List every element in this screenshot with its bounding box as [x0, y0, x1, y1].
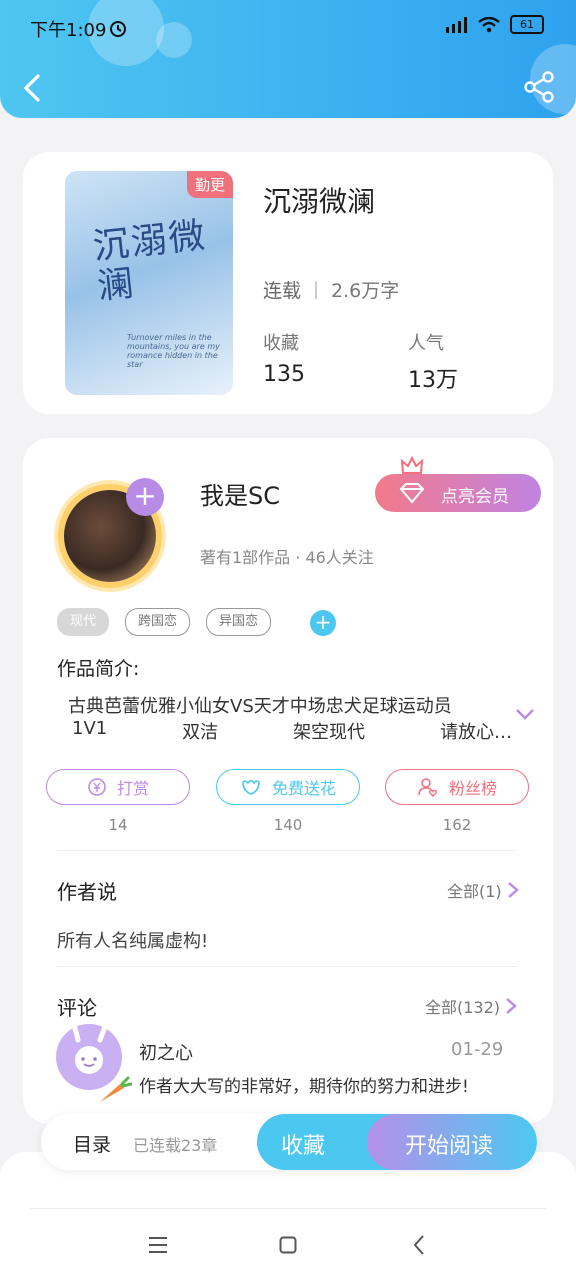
tag-item[interactable]: 异国恋: [206, 608, 272, 636]
commenter-name[interactable]: 初之心: [139, 1039, 193, 1065]
signal-icon: [446, 16, 467, 33]
carrot-icon: [96, 1076, 133, 1110]
intro-heading: 作品简介:: [57, 658, 140, 680]
alarm-icon: [108, 18, 128, 42]
author-note: 所有人名纯属虚构!: [57, 931, 209, 952]
chevron-right-icon: [507, 882, 519, 898]
author-name[interactable]: 我是SC: [200, 476, 280, 511]
popularity-value: 13万: [408, 368, 458, 393]
home-square-icon: [279, 1236, 297, 1254]
share-icon: [524, 71, 554, 103]
intro-part: 1V1: [72, 718, 108, 739]
status-icons: 61: [444, 15, 544, 34]
menu-icon: [149, 1237, 167, 1253]
fans-icon: [418, 778, 438, 797]
chevron-right-icon: [506, 998, 517, 1014]
comments-all-link[interactable]: 全部(132): [425, 994, 518, 1018]
cover-title: 沉溺微澜: [91, 215, 209, 308]
intro-part: 请放心…: [439, 722, 512, 743]
book-status: 连载: [263, 280, 302, 302]
back-triangle-icon: [413, 1235, 424, 1255]
start-reading-label: 开始阅读: [405, 1134, 494, 1159]
home-nav-button[interactable]: [279, 1236, 297, 1258]
battery-indicator: 61: [510, 15, 544, 34]
vip-button[interactable]: 点亮会员: [375, 474, 541, 512]
back-arrow-icon: [23, 74, 40, 102]
comment-date: 01-29: [451, 1039, 504, 1060]
book-title: 沉溺微澜: [263, 185, 376, 218]
tip-label: 打赏: [116, 779, 149, 798]
comments-link-label: 全部(132): [425, 998, 501, 1017]
tip-count: 14: [108, 816, 128, 834]
divider: [57, 850, 517, 851]
follow-button[interactable]: +: [126, 478, 164, 516]
toc-button[interactable]: 目录: [73, 1130, 111, 1157]
favorites-value: 135: [263, 362, 305, 387]
comment-text: 作者大大写的非常好，期待你的努力和进步!: [139, 1077, 469, 1097]
back-button[interactable]: [18, 70, 48, 106]
send-flower-label: 免费送花: [271, 779, 336, 798]
author-stats: 著有1部作品 · 46人关注: [200, 548, 374, 567]
vip-label: 点亮会员: [441, 487, 509, 507]
tag-item[interactable]: 现代: [57, 608, 110, 636]
wifi-icon: [478, 16, 500, 32]
tag-item[interactable]: 跨国恋: [125, 608, 191, 636]
book-cover[interactable]: 沉溺微澜 Turnover miles in the mountains, yo…: [65, 171, 233, 395]
favorite-label: 收藏: [281, 1134, 326, 1159]
word-count: 2.6万字: [331, 280, 400, 302]
divider: [30, 1208, 546, 1209]
flower-icon: [242, 779, 260, 795]
fans-rank-label: 粉丝榜: [448, 779, 497, 798]
intro-part: 双洁: [182, 722, 219, 743]
author-says-title: 作者说: [57, 880, 117, 904]
back-nav-button[interactable]: [412, 1234, 426, 1260]
chevron-down-icon: [516, 709, 534, 720]
share-button[interactable]: [522, 70, 556, 104]
update-badge: 勤更: [186, 171, 233, 198]
intro-part: 架空现代: [293, 722, 366, 743]
start-reading-button[interactable]: 开始阅读: [367, 1114, 537, 1170]
book-meta: 连载 2.6万字: [263, 276, 399, 303]
coin-icon: [88, 778, 106, 796]
author-says-all-link[interactable]: 全部(1): [447, 878, 520, 902]
tag-list: 现代 跨国恋 异国恋: [57, 608, 272, 636]
expand-intro-button[interactable]: [514, 706, 536, 720]
divider: [57, 966, 517, 967]
fans-rank-button[interactable]: 粉丝榜: [385, 769, 529, 805]
author-says-link-label: 全部(1): [447, 882, 502, 901]
meta-divider: [315, 280, 318, 299]
favorites-label: 收藏: [263, 333, 299, 354]
chapter-count: 已连载23章: [133, 1136, 218, 1155]
cover-subtitle: Turnover miles in the mountains, you are…: [127, 333, 220, 369]
system-nav-bar: [0, 1152, 576, 1280]
menu-nav-button[interactable]: [148, 1236, 168, 1258]
flower-count: 140: [273, 816, 303, 834]
bottom-action-bar: 目录 已连载23章 收藏 开始阅读: [41, 1114, 537, 1170]
popularity-label: 人气: [408, 333, 444, 354]
intro-text: 古典芭蕾优雅小仙女VS天才中场忠犬足球运动员: [68, 696, 452, 717]
intro-tags-line: 1V1 双洁 架空现代 请放心…: [72, 718, 512, 744]
add-tag-button[interactable]: +: [310, 610, 336, 636]
status-time: 下午1:09: [30, 20, 107, 41]
tip-button[interactable]: 打赏: [46, 769, 190, 805]
fans-count: 162: [442, 816, 472, 834]
comments-title: 评论: [57, 996, 97, 1020]
diamond-icon: [399, 483, 425, 504]
send-flower-button[interactable]: 免费送花: [216, 769, 360, 805]
